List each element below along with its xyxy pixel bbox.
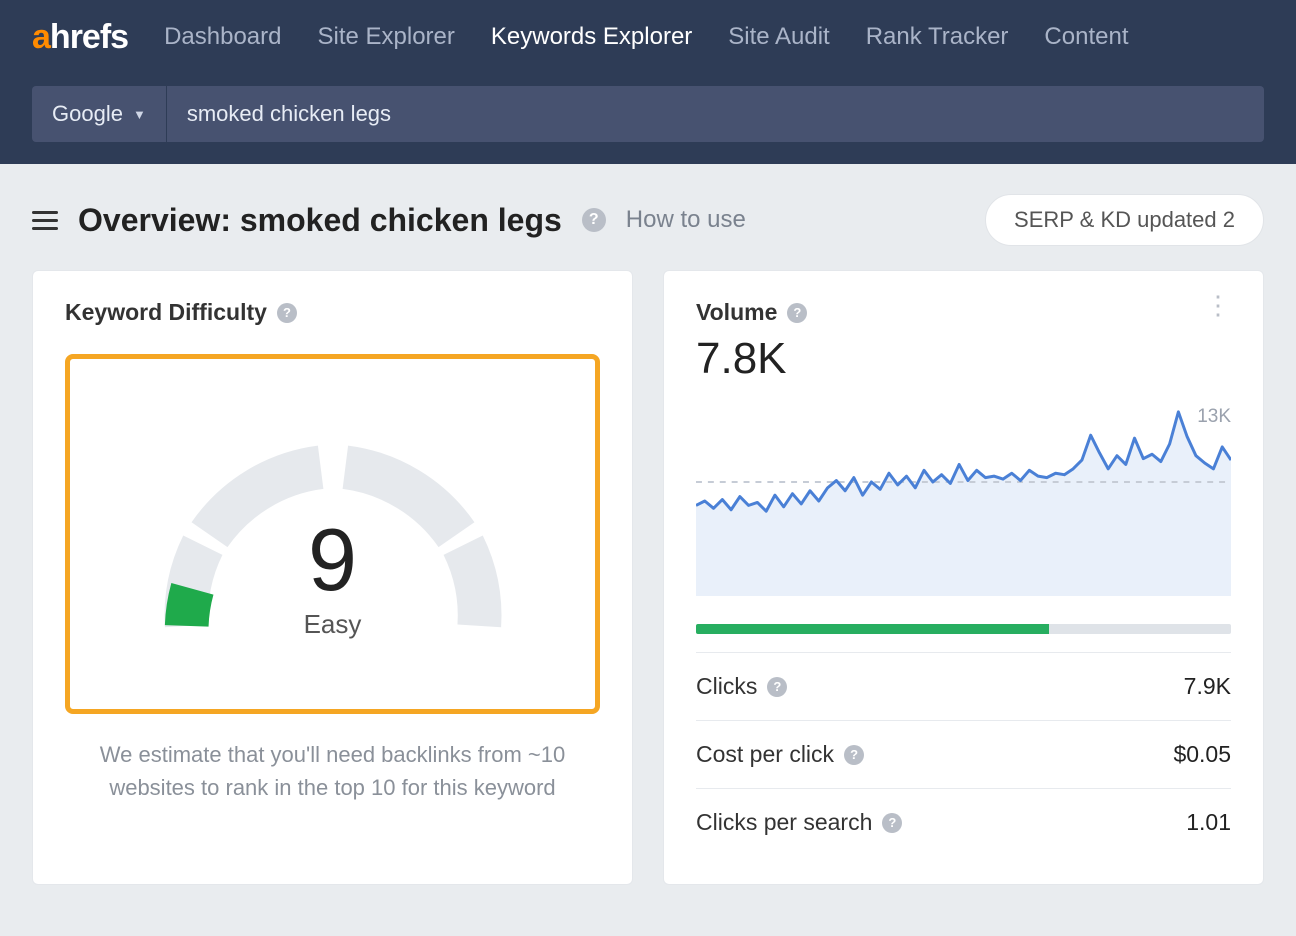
nav-item-site-explorer[interactable]: Site Explorer <box>317 23 454 51</box>
help-icon[interactable]: ? <box>844 745 864 765</box>
help-icon[interactable]: ? <box>787 303 807 323</box>
nav-item-site-audit[interactable]: Site Audit <box>728 23 829 51</box>
search-row: Google ▼ <box>0 74 1296 164</box>
chevron-down-icon: ▼ <box>133 107 146 122</box>
nav-item-keywords-explorer[interactable]: Keywords Explorer <box>491 23 692 51</box>
metric-row: Clicks per search? 1.01 <box>696 788 1231 856</box>
nav-item-content[interactable]: Content <box>1044 23 1128 51</box>
search-engine-select[interactable]: Google ▼ <box>32 86 166 142</box>
metric-row: Clicks? 7.9K <box>696 652 1231 720</box>
help-icon[interactable]: ? <box>582 208 606 232</box>
page-header: Overview: smoked chicken legs ? How to u… <box>0 164 1296 270</box>
volume-bar-green <box>696 624 1049 634</box>
metric-value: 7.9K <box>1184 673 1231 700</box>
kd-score: 9 <box>143 509 523 611</box>
help-icon[interactable]: ? <box>767 677 787 697</box>
volume-metrics: Clicks? 7.9K Cost per click? $0.05 Clicks pe… <box>696 652 1231 856</box>
volume-card-title: Volume ? <box>696 299 807 326</box>
logo-rest: hrefs <box>50 18 128 57</box>
brand-logo[interactable]: ahrefs <box>32 18 128 57</box>
help-icon[interactable]: ? <box>277 303 297 323</box>
metric-row: Cost per click? $0.05 <box>696 720 1231 788</box>
kd-label: Easy <box>143 609 523 640</box>
logo-a: a <box>32 18 50 57</box>
how-to-use-link[interactable]: How to use <box>626 206 746 234</box>
nav-links: Dashboard Site Explorer Keywords Explorer S… <box>164 23 1128 51</box>
volume-ratio-bar <box>696 624 1231 634</box>
hamburger-menu-icon[interactable] <box>32 211 58 230</box>
keyword-difficulty-card: Keyword Difficulty ? 9 Easy We estimate … <box>32 270 633 885</box>
kd-card-title: Keyword Difficulty ? <box>65 299 600 326</box>
metric-label: Cost per click? <box>696 741 864 768</box>
help-icon[interactable]: ? <box>882 813 902 833</box>
nav-item-rank-tracker[interactable]: Rank Tracker <box>866 23 1009 51</box>
nav-item-dashboard[interactable]: Dashboard <box>164 23 281 51</box>
kd-gauge: 9 Easy <box>65 354 600 714</box>
kebab-menu-icon[interactable]: ⋮ <box>1205 299 1231 312</box>
volume-card: Volume ? ⋮ 7.8K 13K Clicks? 7.9K Cost per … <box>663 270 1264 885</box>
keyword-search-input[interactable] <box>167 86 1264 142</box>
metric-value: 1.01 <box>1186 809 1231 836</box>
cards-row: Keyword Difficulty ? 9 Easy We estimate … <box>0 270 1296 885</box>
volume-chart-max: 13K <box>1197 406 1231 428</box>
kd-note: We estimate that you'll need backlinks f… <box>65 738 600 804</box>
metric-label: Clicks per search? <box>696 809 902 836</box>
metric-value: $0.05 <box>1173 741 1231 768</box>
serp-update-pill[interactable]: SERP & KD updated 2 <box>985 194 1264 246</box>
metric-label: Clicks? <box>696 673 787 700</box>
volume-value: 7.8K <box>696 334 1231 384</box>
search-engine-label: Google <box>52 101 123 127</box>
page-title: Overview: smoked chicken legs <box>78 202 562 239</box>
volume-trend-chart: 13K <box>696 406 1231 616</box>
top-nav: ahrefs Dashboard Site Explorer Keywords Ex… <box>0 0 1296 74</box>
volume-bar-grey <box>1049 624 1231 634</box>
